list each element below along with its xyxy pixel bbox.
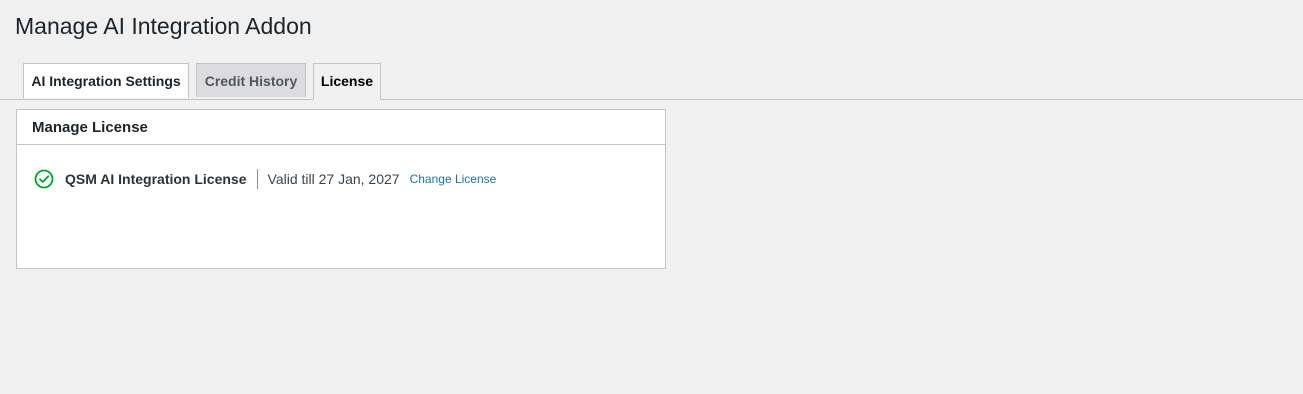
manage-license-panel: Manage License QSM AI Integration Licens… xyxy=(16,109,666,269)
tab-credit-history[interactable]: Credit History xyxy=(196,63,306,97)
panel-title: Manage License xyxy=(17,110,665,145)
license-name: QSM AI Integration License xyxy=(65,171,247,187)
license-row: QSM AI Integration License Valid till 27… xyxy=(34,169,496,189)
change-license-link[interactable]: Change License xyxy=(410,172,497,186)
divider xyxy=(256,169,258,189)
tab-ai-integration-settings[interactable]: AI Integration Settings xyxy=(23,63,189,98)
check-circle-icon xyxy=(34,169,54,189)
page-title: Manage AI Integration Addon xyxy=(15,13,312,39)
tab-bar: AI Integration Settings Credit History L… xyxy=(0,63,1303,100)
license-validity: Valid till 27 Jan, 2027 xyxy=(267,171,400,187)
tab-license[interactable]: License xyxy=(313,63,381,100)
